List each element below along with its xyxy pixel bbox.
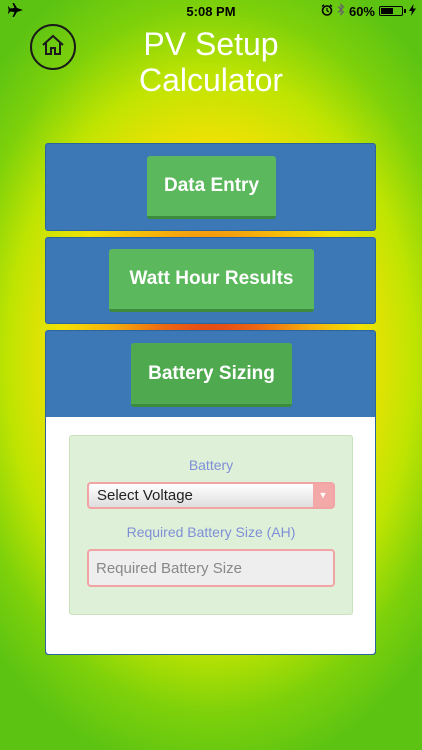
battery-fill xyxy=(381,8,393,14)
app-title: PV Setup Calculator xyxy=(96,26,326,98)
battery-percent: 60% xyxy=(348,3,375,19)
battery-label: Battery xyxy=(188,457,234,473)
status-right-group: 60% xyxy=(321,3,416,19)
battery-sizing-body: Battery Select Voltage ▼ Required Batter… xyxy=(46,417,375,654)
data-entry-panel: Data Entry xyxy=(45,143,376,231)
battery-sizing-panel: Battery Sizing Battery Select Voltage ▼ … xyxy=(45,330,376,655)
required-battery-size-input[interactable] xyxy=(87,549,335,587)
home-button[interactable] xyxy=(30,24,76,70)
chevron-down-icon: ▼ xyxy=(313,484,333,507)
voltage-select[interactable]: Select Voltage ▼ xyxy=(87,482,335,509)
watt-hour-panel: Watt Hour Results xyxy=(45,237,376,324)
bluetooth-icon xyxy=(337,3,345,19)
battery-sizing-button[interactable]: Battery Sizing xyxy=(131,343,292,407)
home-icon xyxy=(41,34,65,61)
voltage-select-value: Select Voltage xyxy=(97,487,193,504)
alarm-icon xyxy=(321,3,333,19)
app-title-line2: Calculator xyxy=(138,62,284,98)
data-entry-button[interactable]: Data Entry xyxy=(147,156,276,219)
required-battery-size-label: Required Battery Size (AH) xyxy=(126,524,296,540)
battery-icon xyxy=(379,6,406,16)
app-title-line1: PV Setup xyxy=(143,26,279,62)
status-bar: 5:08 PM 60% xyxy=(0,0,422,22)
battery-form: Battery Select Voltage ▼ Required Batter… xyxy=(69,435,353,615)
charging-bolt-icon xyxy=(409,3,416,19)
watt-hour-results-button[interactable]: Watt Hour Results xyxy=(109,249,314,312)
